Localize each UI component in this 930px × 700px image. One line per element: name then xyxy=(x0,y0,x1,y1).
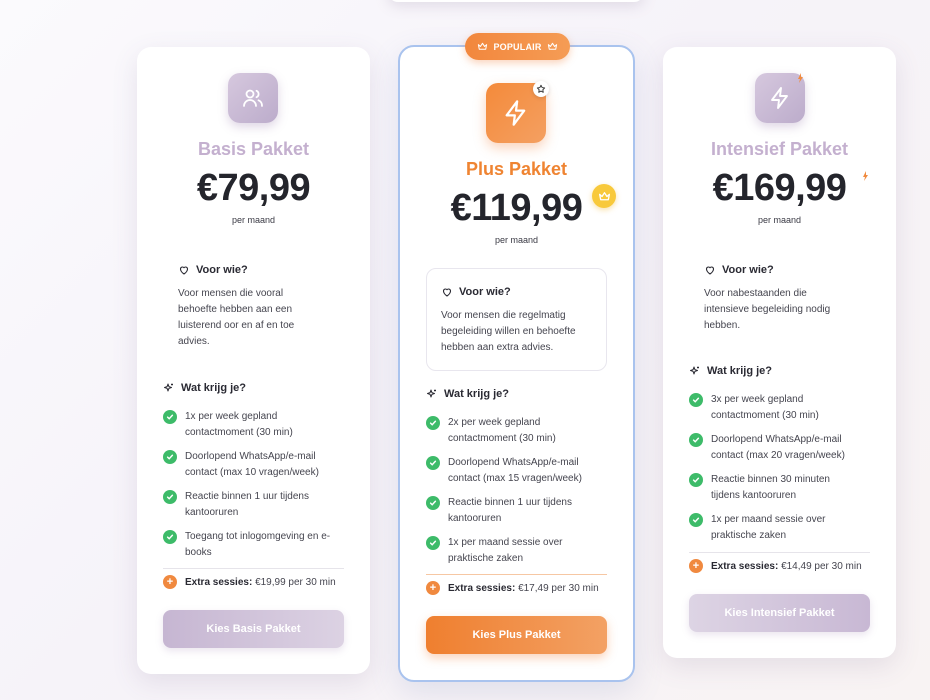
check-circle-icon xyxy=(426,496,440,510)
extra-sessions: + Extra sessies: €17,49 per 30 min xyxy=(426,581,599,595)
spark-icon xyxy=(798,73,803,83)
sparkles-icon xyxy=(427,389,436,398)
plan-price: €79,99 xyxy=(196,167,311,209)
extra-sessions: + Extra sessies: €14,49 per 30 min xyxy=(689,559,862,573)
pricing-card-basis: Basis Pakket €79,99 per maand Voor wie? … xyxy=(137,47,370,674)
feature-item: Reactie binnen 1 uur tijdens kantooruren xyxy=(426,495,572,527)
check-circle-icon xyxy=(689,393,703,407)
divider xyxy=(163,568,344,569)
extra-sessions: + Extra sessies: €19,99 per 30 min xyxy=(163,575,336,589)
users-icon xyxy=(228,73,278,123)
plan-period: per maand xyxy=(757,215,802,225)
feature-item: 2x per week gepland contactmoment (30 min… xyxy=(426,415,556,447)
spark-icon xyxy=(863,171,868,181)
populair-badge: POPULAIR xyxy=(465,33,570,60)
heart-icon xyxy=(442,288,452,297)
plan-title: Plus Pakket xyxy=(465,159,568,179)
voor-wie-text: Voor mensen die vooral behoefte hebben a… xyxy=(178,288,295,347)
pricing-card-plus: POPULAIR Plus Pakket €119,99 per maand V… xyxy=(398,33,635,682)
check-circle-icon xyxy=(163,530,177,544)
check-circle-icon xyxy=(689,433,703,447)
heart-icon xyxy=(705,266,715,275)
divider xyxy=(689,552,870,553)
check-circle-icon xyxy=(426,416,440,430)
check-circle-icon xyxy=(426,456,440,470)
feature-item: Doorlopend WhatsApp/e-mail contact (max 2… xyxy=(689,432,845,464)
feature-item: 1x per week gepland contactmoment (30 min… xyxy=(163,409,293,441)
kies-intensief-button[interactable]: Kies Intensief Pakket xyxy=(689,594,870,632)
check-circle-icon xyxy=(163,410,177,424)
check-circle-icon xyxy=(163,490,177,504)
kies-plus-button[interactable]: Kies Plus Pakket xyxy=(426,616,607,654)
sparkles-icon xyxy=(164,383,173,392)
wat-krijg-je-heading: Wat krijg je? xyxy=(163,382,246,394)
voor-wie-heading: Voor wie? xyxy=(441,286,511,298)
feature-item: Reactie binnen 1 uur tijdens kantooruren xyxy=(163,489,309,521)
kies-basis-button[interactable]: Kies Basis Pakket xyxy=(163,610,344,648)
feature-item: Doorlopend WhatsApp/e-mail contact (max 1… xyxy=(426,455,582,487)
star-icon xyxy=(533,81,549,97)
divider xyxy=(426,574,607,575)
feature-item: Doorlopend WhatsApp/e-mail contact (max 1… xyxy=(163,449,319,481)
plan-period: per maand xyxy=(494,235,539,245)
sparkles-icon xyxy=(690,366,699,375)
voor-wie-text: Voor nabestaanden die intensieve begelei… xyxy=(704,288,831,331)
crown-icon xyxy=(547,42,557,50)
voor-wie-heading: Voor wie? xyxy=(178,264,248,276)
check-circle-icon xyxy=(689,513,703,527)
pricing-card-intensief: Intensief Pakket €169,99 per maand Voor … xyxy=(663,47,896,658)
plan-title: Intensief Pakket xyxy=(710,139,849,159)
feature-item: 3x per week gepland contactmoment (30 min… xyxy=(689,392,819,424)
plus-circle-icon: + xyxy=(163,575,177,589)
wat-krijg-je-heading: Wat krijg je? xyxy=(689,365,772,377)
plan-title: Basis Pakket xyxy=(197,139,310,159)
feature-item: 1x per maand sessie over praktische zaken xyxy=(689,512,826,544)
plus-circle-icon: + xyxy=(689,559,703,573)
crown-icon xyxy=(592,184,616,208)
heart-icon xyxy=(179,266,189,275)
feature-item: Toegang tot inlogomgeving en e-books xyxy=(163,529,330,561)
voor-wie-heading: Voor wie? xyxy=(704,264,774,276)
top-card-edge xyxy=(388,0,644,2)
wat-krijg-je-heading: Wat krijg je? xyxy=(426,388,509,400)
check-circle-icon xyxy=(163,450,177,464)
check-circle-icon xyxy=(426,536,440,550)
crown-icon xyxy=(478,42,488,50)
plus-circle-icon: + xyxy=(426,581,440,595)
feature-item: Reactie binnen 30 minuten tijdens kantoor… xyxy=(689,472,830,504)
plan-period: per maand xyxy=(231,215,276,225)
check-circle-icon xyxy=(689,473,703,487)
voor-wie-text: Voor mensen die regelmatig begeleiding w… xyxy=(441,310,576,353)
feature-item: 1x per maand sessie over praktische zaken xyxy=(426,535,563,567)
